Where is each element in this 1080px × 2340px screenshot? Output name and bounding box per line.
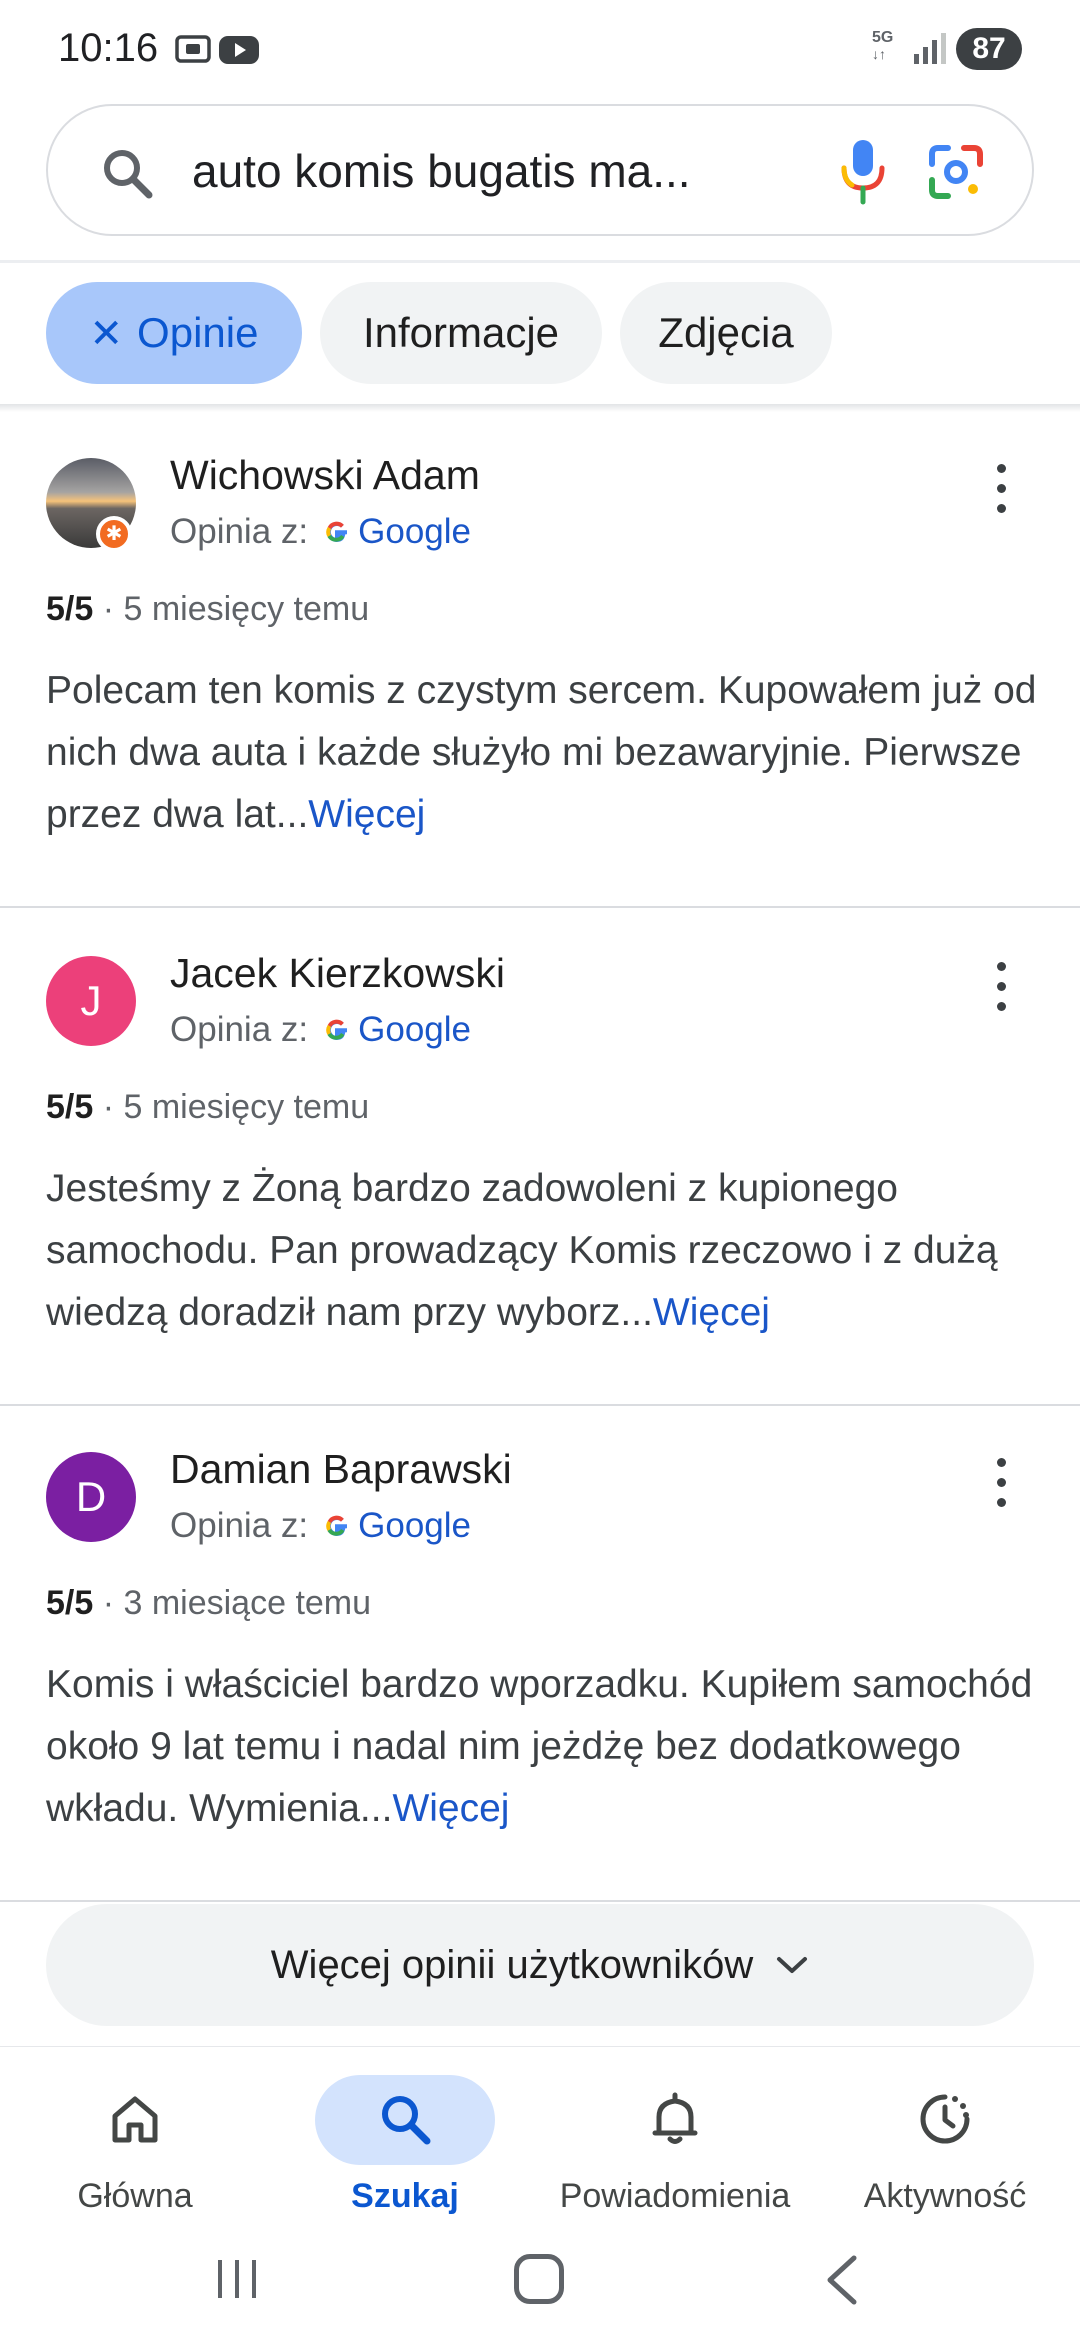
home-icon [112,2096,158,2143]
more-options-icon[interactable] [986,962,1016,1018]
chip-informacje[interactable]: Informacje [320,282,602,384]
read-more-link[interactable]: Więcej [308,793,425,836]
read-more-link[interactable]: Więcej [392,1787,509,1830]
nav-label: Powiadomienia [559,2177,791,2215]
filter-chips: ✕ Opinie Informacje Zdjęcia [0,280,1080,386]
screenshot-icon [175,35,211,63]
lens-icon[interactable] [926,142,986,202]
more-reviews-button[interactable]: Więcej opinii użytkowników [46,1904,1034,2026]
nav-label: Aktywność [863,2177,1027,2215]
chip-label: Informacje [362,309,560,356]
google-g-icon [326,521,348,543]
search-input[interactable]: auto komis bugatis ma... [192,144,782,198]
activity-icon [920,2094,970,2144]
home-button-icon[interactable] [514,2254,564,2304]
close-icon[interactable]: ✕ [90,312,124,356]
search-bar[interactable]: auto komis bugatis ma... [46,104,1034,236]
review-card: J Jacek Kierzkowski Opinia z: Google 5/5 … [0,910,1080,1406]
avatar[interactable]: J [46,956,136,1046]
nav-item-szukaj[interactable]: Szukaj [270,2061,540,2221]
header-divider [0,260,1080,263]
avatar[interactable]: D [46,1452,136,1542]
status-time: 10:16 [58,26,159,70]
chip-label: Opinie [137,309,259,356]
status-bar: 10:16 5G ↓↑ 87 [0,0,1080,100]
more-options-icon[interactable] [986,464,1016,520]
reviewer-name[interactable]: Damian Baprawski [170,1446,512,1493]
chip-label: Zdjęcia [658,309,794,356]
search-icon [382,2096,431,2145]
google-g-icon [326,1515,348,1537]
nav-item-powiadomienia[interactable]: Powiadomienia [540,2061,810,2221]
bell-icon [652,2092,698,2144]
chip-opinie[interactable]: ✕ Opinie [46,282,302,384]
google-g-icon [326,1019,348,1041]
more-reviews-label: Więcej opinii użytkowników [270,1943,754,1987]
back-icon[interactable] [822,2254,862,2306]
read-more-link[interactable]: Więcej [653,1291,770,1334]
nav-item-aktywnosc[interactable]: Aktywność [810,2061,1080,2221]
nav-label: Szukaj [351,2177,459,2215]
reviewer-name[interactable]: Jacek Kierzkowski [170,950,505,997]
review-text: Komis i właściciel bardzo wporzadku. Kup… [46,1663,1033,1830]
review-rating: 5/5 · 5 miesięcy temu [46,590,370,628]
review-rating: 5/5 · 3 miesiące temu [46,1584,372,1622]
review-text: Jesteśmy z Żoną bardzo zadowoleni z kupi… [46,1167,998,1334]
local-guide-badge-icon: ✱ [96,516,132,552]
system-navigation [0,2226,1080,2340]
chip-zdjecia[interactable]: Zdjęcia [620,282,832,384]
bottom-navigation: Główna Szukaj Powiadomienia Aktywność [0,2046,1080,2226]
recent-apps-icon[interactable] [214,2256,260,2302]
battery-icon: 87 [956,28,1022,70]
search-icon[interactable] [100,146,154,200]
review-card: D Damian Baprawski Opinia z: Google 5/5 ·… [0,1406,1080,1902]
review-source: Opinia z: Google [170,1506,471,1545]
mic-icon[interactable] [838,138,888,206]
review-text: Polecam ten komis z czystym sercem. Kupo… [46,669,1037,836]
nav-label: Główna [77,2177,193,2215]
review-source: Opinia z: Google [170,1010,471,1049]
review-source: Opinia z: Google [170,512,471,551]
nav-item-glowna[interactable]: Główna [0,2061,270,2221]
youtube-icon [219,36,259,64]
signal-icon [914,33,946,64]
network-type: 5G ↓↑ [872,29,894,63]
more-options-icon[interactable] [986,1458,1016,1514]
review-card: ✱ Wichowski Adam Opinia z: Google 5/5 · 5… [0,412,1080,908]
chips-divider [0,404,1080,412]
review-rating: 5/5 · 5 miesięcy temu [46,1088,370,1126]
chevron-down-icon [777,1957,808,1973]
reviewer-name[interactable]: Wichowski Adam [170,452,480,499]
